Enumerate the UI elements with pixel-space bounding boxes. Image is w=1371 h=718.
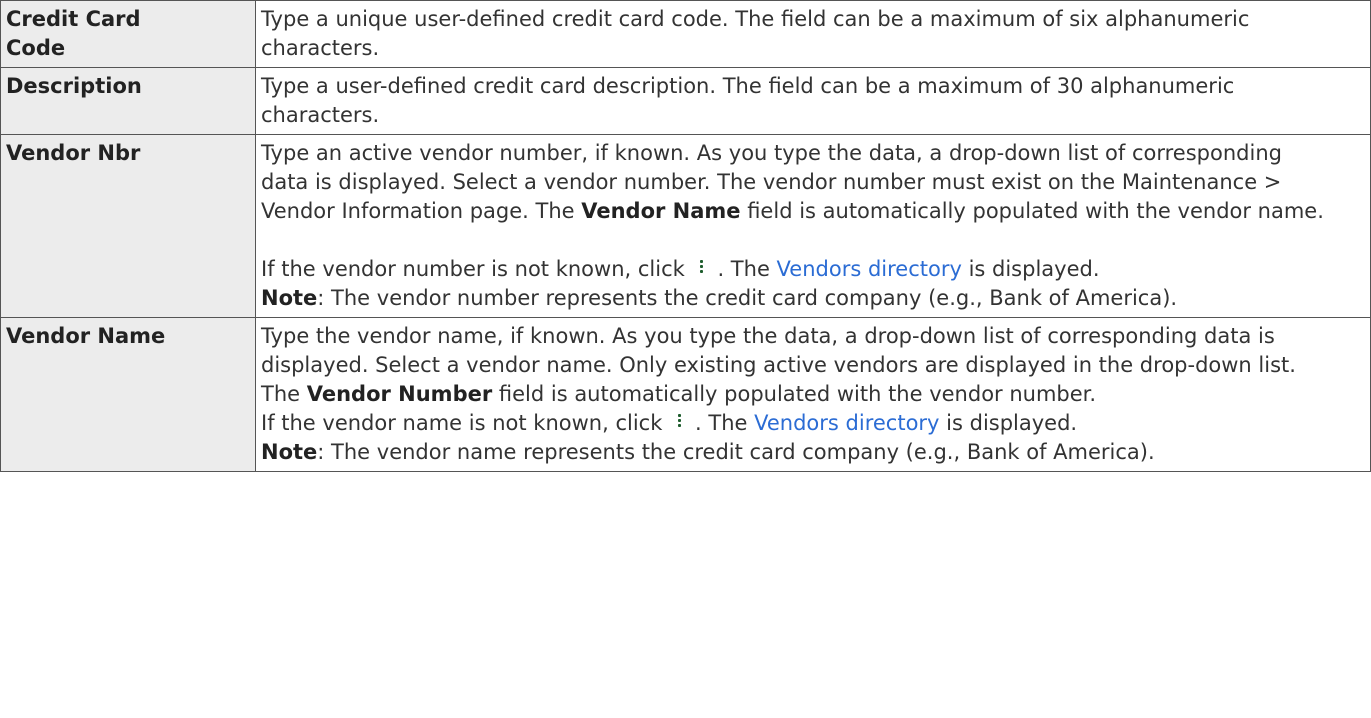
term-vendor-name: Vendor Name	[0, 317, 256, 472]
definition-paragraph: Type an active vendor number, if known. …	[261, 141, 1324, 223]
vertical-dots-icon[interactable]	[675, 413, 685, 431]
term-line: Code	[6, 36, 66, 60]
table-row: Credit Card Code Type a unique user-defi…	[0, 0, 1371, 68]
term-description: Description	[0, 67, 256, 135]
definition-paragraph: Type the vendor name, if known. As you t…	[261, 324, 1296, 406]
field-reference: Vendor Number	[306, 382, 493, 406]
field-definitions-table: Credit Card Code Type a unique user-defi…	[0, 0, 1371, 472]
definition-vendor-nbr: Type an active vendor number, if known. …	[255, 134, 1371, 318]
definition-text: Type a unique user-defined credit card c…	[261, 7, 1250, 60]
table-row: Vendor Name Type the vendor name, if kno…	[0, 317, 1371, 472]
vertical-dots-icon[interactable]	[697, 259, 707, 277]
definition-credit-card-code: Type a unique user-defined credit card c…	[255, 0, 1371, 68]
term-credit-card-code: Credit Card Code	[0, 0, 256, 68]
definition-paragraph: If the vendor number is not known, click…	[261, 257, 1178, 310]
definition-description: Type a user-defined credit card descript…	[255, 67, 1371, 135]
table-row: Description Type a user-defined credit c…	[0, 67, 1371, 135]
definition-paragraph: If the vendor name is not known, click .…	[261, 411, 1155, 464]
note-label: Note	[261, 440, 318, 464]
definition-vendor-name: Type the vendor name, if known. As you t…	[255, 317, 1371, 472]
definition-text: Type a user-defined credit card descript…	[261, 74, 1235, 127]
vendors-directory-link[interactable]: Vendors directory	[777, 257, 962, 281]
term-line: Credit Card	[6, 7, 141, 31]
vendors-directory-link[interactable]: Vendors directory	[754, 411, 939, 435]
term-vendor-nbr: Vendor Nbr	[0, 134, 256, 318]
field-reference: Vendor Name	[581, 199, 741, 223]
note-label: Note	[261, 286, 318, 310]
table-row: Vendor Nbr Type an active vendor number,…	[0, 134, 1371, 318]
